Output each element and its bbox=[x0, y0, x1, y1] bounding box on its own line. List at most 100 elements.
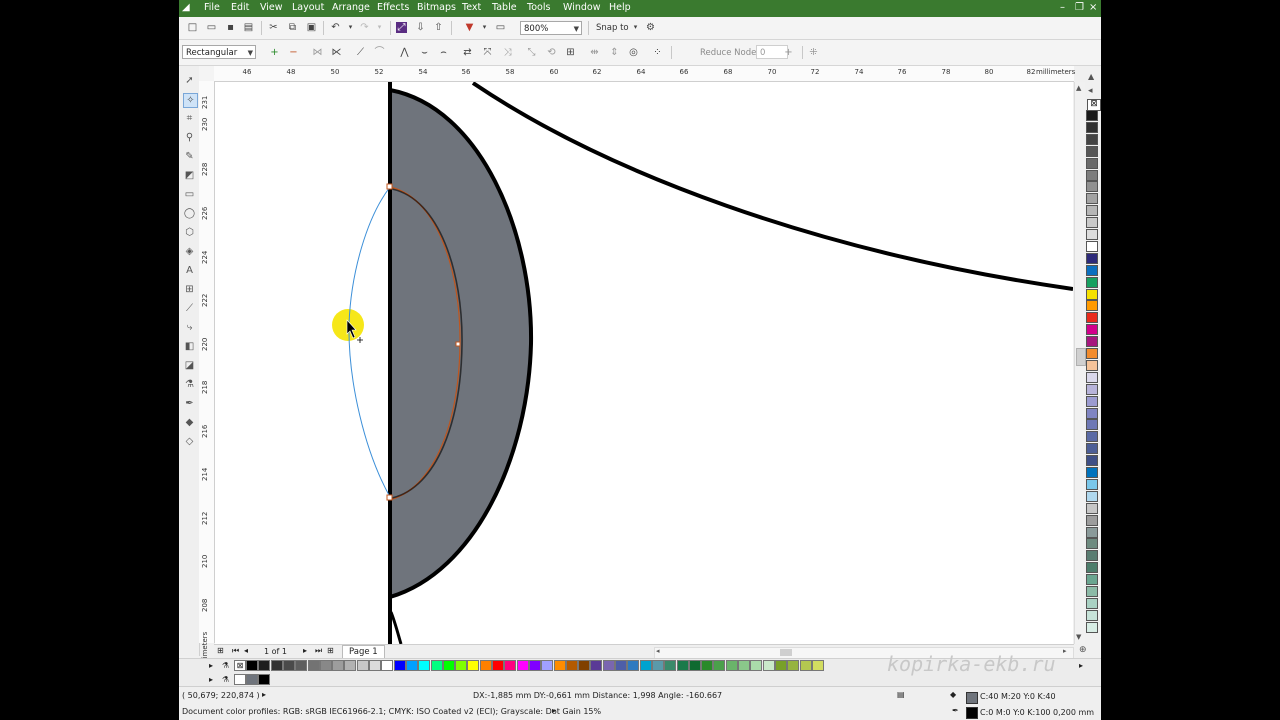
palette-swatch[interactable] bbox=[1086, 133, 1098, 145]
rectangle-tool-icon[interactable]: ▭ bbox=[183, 188, 196, 201]
default-palette-swatch[interactable] bbox=[787, 660, 800, 671]
palette-swatch[interactable] bbox=[1086, 371, 1098, 383]
palette-swatch[interactable] bbox=[1086, 276, 1098, 288]
symmetrical-node-icon[interactable]: ⌢ bbox=[438, 47, 449, 58]
palette-swatch[interactable] bbox=[1086, 431, 1098, 443]
palette-up-icon[interactable]: ▲ bbox=[1088, 72, 1094, 81]
rotate-nodes-icon[interactable]: ⟲ bbox=[546, 47, 557, 58]
scroll-down-icon[interactable]: ▼ bbox=[1076, 633, 1081, 641]
palette-swatch[interactable] bbox=[1086, 145, 1098, 157]
cut-icon[interactable]: ✂ bbox=[268, 22, 279, 33]
to-line-icon[interactable]: ⟋ bbox=[355, 47, 366, 58]
paste-icon[interactable]: ▣ bbox=[306, 22, 317, 33]
document-palette-swatch[interactable] bbox=[233, 674, 246, 685]
close-icon[interactable]: × bbox=[1089, 2, 1097, 13]
outline-pen-icon[interactable]: ✒ bbox=[183, 397, 196, 410]
import-icon[interactable]: ⇩ bbox=[415, 22, 426, 33]
default-palette-swatch[interactable] bbox=[504, 660, 517, 671]
extract-subpath-icon[interactable]: ⤨ bbox=[502, 47, 513, 58]
palette-swatch[interactable] bbox=[1086, 110, 1098, 121]
first-page-icon[interactable]: ⏮ bbox=[232, 646, 239, 656]
profiles-expand-icon[interactable]: ▸ bbox=[552, 706, 556, 715]
palette-swatch[interactable] bbox=[1086, 217, 1098, 229]
palette-swatch[interactable] bbox=[1086, 514, 1098, 526]
palette-swatch[interactable] bbox=[1086, 288, 1098, 300]
palette-swatch[interactable] bbox=[1086, 348, 1098, 359]
menu-effects[interactable]: Effects bbox=[377, 2, 409, 13]
save-icon[interactable]: ▪ bbox=[225, 22, 236, 33]
shape-tool-icon[interactable]: ✧ bbox=[183, 93, 198, 108]
ruler-origin[interactable] bbox=[199, 66, 215, 82]
zoom-tool-icon[interactable]: ⚲ bbox=[183, 131, 196, 144]
print-icon[interactable]: ▤ bbox=[243, 22, 254, 33]
selection-mode-combo[interactable]: Rectangular ▼ bbox=[182, 45, 256, 59]
publish-dropdown-icon[interactable]: ▾ bbox=[479, 22, 490, 33]
palette-swatch[interactable] bbox=[1086, 597, 1098, 609]
palette-swatch[interactable] bbox=[1086, 407, 1098, 419]
default-palette-swatch[interactable] bbox=[565, 660, 578, 671]
default-palette-swatch[interactable] bbox=[541, 660, 554, 671]
document-palette-swatch[interactable] bbox=[258, 674, 271, 685]
publish-pdf-icon[interactable]: ▼ bbox=[464, 22, 475, 33]
to-curve-icon[interactable]: ⌒ bbox=[374, 47, 385, 58]
palette-swatch[interactable] bbox=[1086, 121, 1098, 133]
undo-icon[interactable]: ↶ bbox=[330, 22, 341, 33]
default-palette-swatch[interactable] bbox=[295, 660, 308, 671]
default-palette-swatch[interactable] bbox=[332, 660, 345, 671]
elastic-mode-icon[interactable]: ◎ bbox=[628, 47, 639, 58]
join-nodes-icon[interactable]: ⋈ bbox=[312, 47, 323, 58]
palette-swatch[interactable] bbox=[1086, 395, 1098, 407]
palette-swatch[interactable] bbox=[1086, 586, 1098, 597]
palette-swatch[interactable] bbox=[1086, 502, 1098, 514]
palette-swatch[interactable] bbox=[1086, 205, 1098, 217]
interactive-fill-icon[interactable]: ◇ bbox=[183, 435, 196, 448]
document-palette-swatch[interactable] bbox=[246, 674, 258, 685]
doc-eyedropper-icon[interactable]: ⚗ bbox=[222, 675, 229, 684]
fill-color-swatch[interactable] bbox=[966, 692, 978, 704]
default-palette-swatch[interactable] bbox=[725, 660, 738, 671]
polygon-tool-icon[interactable]: ⬡ bbox=[183, 226, 196, 239]
default-palette-swatch[interactable] bbox=[713, 660, 726, 671]
default-palette-swatch[interactable] bbox=[688, 660, 701, 671]
node-handle[interactable] bbox=[386, 183, 393, 190]
node-handle[interactable] bbox=[455, 341, 461, 347]
color-proof-icon[interactable]: ▤ bbox=[897, 690, 905, 699]
smoothness-slider-icon[interactable]: + bbox=[783, 47, 794, 58]
menu-table[interactable]: Table bbox=[492, 2, 517, 13]
palette-swatch[interactable] bbox=[1086, 181, 1098, 193]
add-page-after-icon[interactable]: ⊞ bbox=[327, 646, 334, 655]
default-palette-swatch[interactable] bbox=[418, 660, 431, 671]
default-palette-swatch[interactable] bbox=[344, 660, 357, 671]
palette-swatch[interactable] bbox=[1086, 467, 1098, 478]
open-folder-icon[interactable]: ▭ bbox=[206, 22, 217, 33]
default-palette-swatch[interactable] bbox=[282, 660, 295, 671]
horizontal-ruler[interactable]: 46 48 50 52 54 56 58 60 62 64 66 68 70 7… bbox=[214, 66, 1075, 82]
default-palette-swatch[interactable] bbox=[738, 660, 750, 671]
palette-swatch[interactable] bbox=[1086, 169, 1098, 181]
export-icon[interactable]: ⇧ bbox=[433, 22, 444, 33]
default-palette-swatch[interactable] bbox=[381, 660, 394, 671]
table-tool-icon[interactable]: ⊞ bbox=[183, 283, 196, 296]
menu-window[interactable]: Window bbox=[563, 2, 600, 13]
smooth-node-icon[interactable]: ⌣ bbox=[419, 47, 430, 58]
palette-swatch[interactable] bbox=[1086, 229, 1098, 240]
palette-swatch[interactable] bbox=[1086, 419, 1098, 431]
default-palette-swatch[interactable] bbox=[467, 660, 480, 671]
palette-swatch[interactable] bbox=[1086, 574, 1098, 586]
default-palette-swatch[interactable] bbox=[664, 660, 677, 671]
delete-node-icon[interactable]: − bbox=[288, 47, 299, 58]
extend-curve-icon[interactable]: ⤧ bbox=[482, 47, 493, 58]
palette-swatch[interactable] bbox=[1086, 538, 1098, 550]
default-palette-swatch[interactable] bbox=[615, 660, 627, 671]
scroll-right-icon[interactable]: ▸ bbox=[1063, 647, 1067, 655]
palette-scroll-icon[interactable]: ▸ bbox=[1079, 661, 1083, 670]
menu-bitmaps[interactable]: Bitmaps bbox=[417, 2, 456, 13]
menu-arrange[interactable]: Arrange bbox=[332, 2, 370, 13]
default-palette-swatch[interactable] bbox=[270, 660, 283, 671]
blend-tool-icon[interactable]: ◧ bbox=[183, 340, 196, 353]
eyedropper-tool-icon[interactable]: ⚗ bbox=[183, 378, 196, 391]
default-palette-swatch[interactable] bbox=[492, 660, 504, 671]
palette-swatch[interactable] bbox=[1086, 478, 1098, 490]
default-palette-swatch[interactable] bbox=[553, 660, 566, 671]
default-palette-swatch[interactable] bbox=[430, 660, 443, 671]
